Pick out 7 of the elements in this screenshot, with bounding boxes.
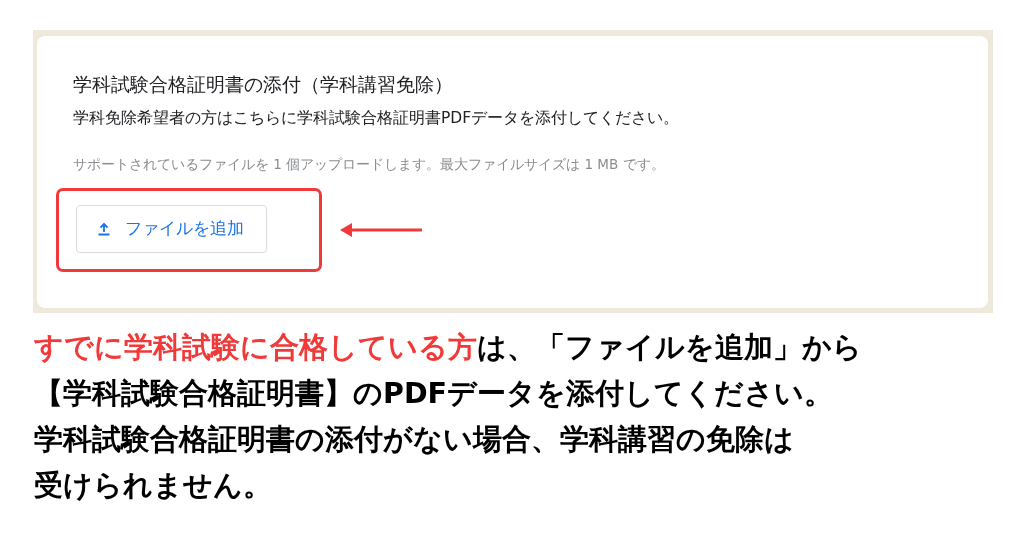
add-file-button[interactable]: ファイルを追加 [76,205,267,253]
arrow-icon [340,221,422,238]
question-title: 学科試験合格証明書の添付（学科講習免除） [73,72,454,97]
upload-hint: サポートされているファイルを 1 個アップロードします。最大ファイルサイズは 1 MB です。 [73,154,666,174]
upload-icon [97,221,111,236]
question-description: 学科免除希望者の方はこちらに学科試験合格証明書PDFデータを添付してください。 [73,107,681,129]
caption-paragraph: すでに学科試験に合格している方は、「ファイルを追加」から 【学科試験合格証明書】のPDFデータを添付してください。 学科試験合格証明書の添付がない場合、学科講習の免除は 受けられません。 [34,330,863,504]
